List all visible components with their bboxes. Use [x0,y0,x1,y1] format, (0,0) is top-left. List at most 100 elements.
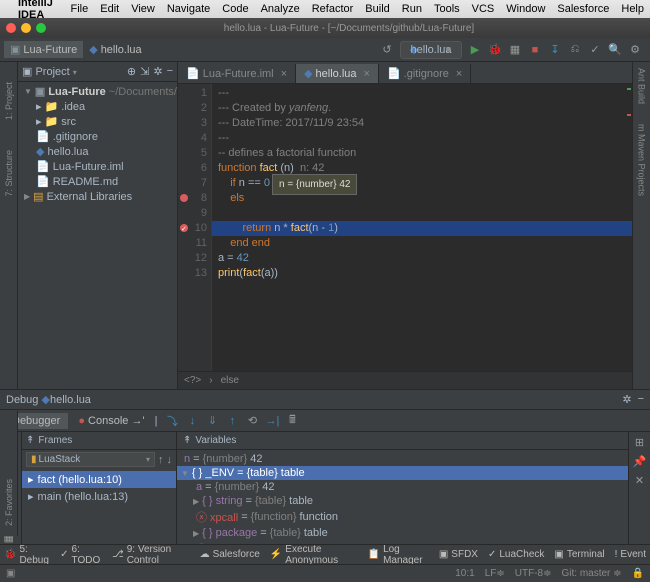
code-line[interactable]: end end [218,236,632,251]
menu-tools[interactable]: Tools [434,3,460,15]
code-line[interactable] [218,206,632,221]
nav-file-crumb[interactable]: ◆ hello.lua [83,41,147,58]
bottom-tool-salesforce[interactable]: ☁Salesforce [200,549,260,560]
breadcrumb-item[interactable]: else [221,375,239,386]
close-tab-icon[interactable]: × [364,68,370,80]
bottom-tool-sfdx[interactable]: ▣SFDX [439,549,478,560]
stop-icon[interactable]: ■ [528,43,542,57]
menu-refactor[interactable]: Refactor [312,3,354,15]
run-config-dropdown[interactable]: ◆ hello.lua ▾ [400,41,462,59]
editor-tab[interactable]: ◆hello.lua× [296,64,379,83]
breadcrumb-root[interactable]: <?> [184,375,201,386]
bottom-tool-executeanonymous[interactable]: ⚡Execute Anonymous [270,544,358,564]
step-out-icon[interactable]: ↑ [225,414,239,428]
tree-item[interactable]: 📄Lua-Future.iml [18,159,177,174]
frames-up-icon[interactable]: ↟ [26,435,34,446]
vars-up-icon[interactable]: ↟ [183,435,191,446]
code-line[interactable]: print(fact(a)) [218,266,632,281]
settings-gear-icon[interactable]: ✲ [153,65,162,78]
close-content-icon[interactable]: ✕ [635,474,644,487]
bottom-tool-logmanager[interactable]: 📋Log Manager [368,544,429,564]
menu-intellijidea[interactable]: IntelliJ IDEA [18,0,59,21]
tree-root[interactable]: ▼ ▣ Lua-Future ~/Documents/... [18,84,177,99]
close-tab-icon[interactable]: × [456,68,462,80]
pin-icon[interactable]: 📌 [633,455,647,468]
variable-row[interactable]: ▼{ } _ENV = {table} table [177,466,628,480]
project-tool-button[interactable]: 1: Project [4,82,14,120]
console-tab[interactable]: ● Console →' [70,413,152,429]
code-line[interactable]: --- [218,131,632,146]
tree-item[interactable]: 📄.gitignore [18,129,177,144]
zoom-window-button[interactable] [36,23,46,33]
vcs-icon[interactable]: ⎌ [568,43,582,57]
bottom-tool-event[interactable]: !Event [615,549,646,560]
menu-view[interactable]: View [131,3,155,15]
step-into-icon[interactable]: ↓ [185,414,199,428]
run-to-cursor-icon[interactable]: →| [265,414,279,428]
update-icon[interactable]: ↧ [548,43,562,57]
menu-run[interactable]: Run [402,3,422,15]
bottom-tool-luacheck[interactable]: ✓LuaCheck [488,549,544,560]
code-line[interactable]: -- defines a factorial function [218,146,632,161]
prev-frame-icon[interactable]: ↑ [158,454,164,466]
scrollbar-right[interactable] [626,84,632,371]
hide-debug-icon[interactable]: − [638,393,644,406]
code-line[interactable]: --- Created by yanfeng. [218,101,632,116]
code-line[interactable]: a = 42 [218,251,632,266]
bottom-tool-terminal[interactable]: ▣Terminal [554,549,604,560]
expand-icon[interactable]: ▶ [193,497,199,506]
tree-item[interactable]: ◆hello.lua [18,144,177,159]
variable-row[interactable]: ⓧ tostring = {function} function [177,540,628,544]
scroll-from-source-icon[interactable]: ⊕ [127,65,136,78]
project-tree[interactable]: ▼ ▣ Lua-Future ~/Documents/... ▸ 📁.idea▸… [18,82,177,206]
project-view-dropdown[interactable]: ▣ Project ▾ [22,65,77,78]
search-icon[interactable]: 🔍 [608,43,622,57]
close-window-button[interactable] [6,23,16,33]
bottom-tool-6todo[interactable]: ✓6: TODO [60,544,102,564]
maven-tool-button[interactable]: m Maven Projects [637,124,647,196]
editor-gutter[interactable]: 12345678910111213 [178,84,212,371]
settings-icon[interactable]: ⚙ [628,43,642,57]
minimize-window-button[interactable] [21,23,31,33]
tree-item[interactable]: ▸ 📁.idea [18,99,177,114]
variable-row[interactable]: ▶{ } package = {table} table [177,526,628,540]
coverage-icon[interactable]: ▦ [508,43,522,57]
step-over-icon[interactable]: ⤵ [165,414,179,428]
evaluate-icon[interactable]: 🖩 [285,414,299,428]
expand-icon[interactable]: ▼ [181,469,189,478]
close-tab-icon[interactable]: × [281,68,287,80]
debug-icon[interactable]: 🐞 [488,43,502,57]
bottom-tool-5debug[interactable]: 🐞5: Debug [4,544,50,564]
expand-icon[interactable]: ▶ [193,529,199,538]
menu-code[interactable]: Code [222,3,248,15]
variable-row[interactable]: ▶{ } string = {table} table [177,494,628,508]
structure-tool-button[interactable]: 7: Structure [4,150,14,197]
hide-panel-icon[interactable]: − [167,65,173,78]
tree-item[interactable]: 📄README.md [18,174,177,189]
thread-dropdown[interactable]: ▮ LuaStack ▾ [26,452,155,467]
run-icon[interactable]: ▶ [468,43,482,57]
frame-row[interactable]: ▸main (hello.lua:13) [22,488,176,505]
debug-settings-icon[interactable]: ✲ [622,393,631,406]
code-line[interactable]: return n * fact(n - 1) [212,221,632,236]
drop-frame-icon[interactable]: ⟲ [245,414,259,428]
ant-build-tool-button[interactable]: Ant Build [637,68,647,104]
nav-project-tab[interactable]: ▣ Lua-Future [4,41,83,58]
build-icon[interactable]: ↺ [380,43,394,57]
collapse-icon[interactable]: ⇲ [140,65,149,78]
menu-edit[interactable]: Edit [100,3,119,15]
variable-row[interactable]: n = {number} 42 [177,452,628,466]
menu-navigate[interactable]: Navigate [167,3,210,15]
commit-icon[interactable]: ✓ [588,43,602,57]
editor-tab[interactable]: 📄.gitignore× [379,64,471,83]
next-frame-icon[interactable]: ↓ [167,454,173,466]
tree-item[interactable]: ▸ 📁src [18,114,177,129]
code-line[interactable]: --- [218,86,632,101]
editor-tab[interactable]: 📄Lua-Future.iml× [178,64,296,83]
code-line[interactable]: --- DateTime: 2017/11/9 23:54 [218,116,632,131]
frame-row[interactable]: ▸fact (hello.lua:10) [22,471,176,488]
external-libraries[interactable]: ▶ ▤ External Libraries [18,189,177,204]
favorites-tool-button[interactable]: 2: Favorites [4,479,14,526]
menu-vcs[interactable]: VCS [472,3,495,15]
bottom-tool-9versioncontrol[interactable]: ⎇9: Version Control [112,544,189,564]
